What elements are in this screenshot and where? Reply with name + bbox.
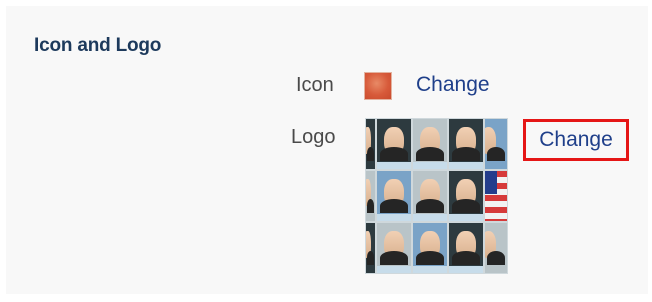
stamp-tile (484, 118, 508, 170)
orange-square-icon (364, 72, 392, 100)
icon-and-logo-panel: Icon and Logo Icon Change Logo Change (6, 6, 648, 294)
stamp-tile (448, 118, 484, 170)
stamp-tile (412, 118, 448, 170)
stamp-tile (376, 170, 412, 222)
stamp-tile (365, 170, 376, 222)
stamp-tile (412, 222, 448, 274)
change-icon-link[interactable]: Change (416, 73, 490, 97)
icon-label: Icon (296, 74, 334, 96)
stamp-tile (365, 118, 376, 170)
logo-label: Logo (291, 126, 336, 148)
stamp-tile (412, 170, 448, 222)
stamp-tile (484, 222, 508, 274)
stamp-tile (365, 222, 376, 274)
section-title: Icon and Logo (34, 35, 162, 56)
change-logo-link[interactable]: Change (523, 119, 629, 161)
stamp-tile (376, 222, 412, 274)
stamp-tile (376, 118, 412, 170)
logo-thumbnail (365, 118, 508, 274)
stamp-tile (448, 222, 484, 274)
stamp-tile (484, 170, 508, 222)
stamp-tile (448, 170, 484, 222)
